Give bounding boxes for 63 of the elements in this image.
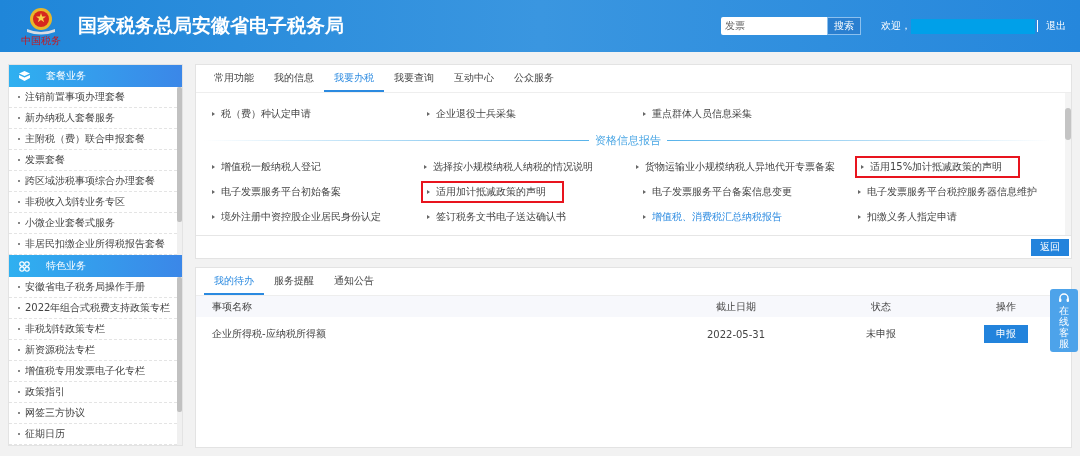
caret-icon: [424, 164, 427, 169]
column-header: 事项名称: [212, 299, 252, 314]
service-link[interactable]: 企业退役士兵采集: [421, 102, 535, 125]
service-link[interactable]: 适用加计抵减政策的声明: [421, 180, 565, 203]
emblem-icon: [24, 6, 58, 35]
tab[interactable]: 服务提醒: [264, 268, 324, 295]
caret-icon: [642, 214, 646, 219]
service-link[interactable]: 境外注册中资控股企业居民身份认定: [206, 205, 399, 228]
service-link[interactable]: 电子发票服务平台初始备案: [206, 180, 359, 203]
cube-icon: [19, 71, 30, 81]
service-link[interactable]: 签订税务文书电子送达确认书: [421, 205, 585, 228]
logout-link[interactable]: 退出: [1046, 19, 1066, 33]
tab[interactable]: 常用功能: [204, 65, 264, 92]
welcome-text: 欢迎，: [881, 19, 911, 33]
service-link[interactable]: 选择按小规模纳税人纳税的情况说明: [418, 155, 611, 178]
table-cell: 2022-05-31: [706, 328, 766, 340]
scrollbar[interactable]: [177, 277, 182, 445]
tab[interactable]: 互动中心: [444, 65, 504, 92]
tab[interactable]: 我要查询: [384, 65, 444, 92]
scrollbar[interactable]: [1065, 93, 1071, 235]
service-link[interactable]: 重点群体人员信息采集: [636, 102, 770, 125]
service-link[interactable]: 税（费）种认定申请: [206, 102, 329, 125]
caret-icon: [212, 189, 215, 194]
caret-icon: [636, 164, 639, 169]
service-link[interactable]: 适用15%加计抵减政策的声明: [855, 155, 1021, 178]
caret-icon: [642, 111, 646, 116]
caret-icon: [861, 164, 864, 169]
search-field[interactable]: 发票: [721, 17, 827, 35]
caret-icon: [212, 214, 215, 219]
back-button[interactable]: 返回: [1031, 238, 1069, 256]
site-title: 国家税务总局安徽省电子税务局: [78, 13, 344, 38]
service-link[interactable]: 扣缴义务人指定申请: [851, 205, 975, 228]
search-button[interactable]: 搜索: [827, 17, 861, 35]
caret-icon: [427, 111, 431, 116]
service-link[interactable]: 电子发票服务平台备案信息变更: [636, 180, 810, 203]
column-header: 状态: [871, 299, 891, 314]
scrollbar[interactable]: [177, 87, 182, 255]
tab[interactable]: 我的信息: [264, 65, 324, 92]
caret-icon: [212, 111, 215, 116]
caret-icon: [642, 189, 646, 194]
table-cell: 企业所得税-应纳税所得额: [212, 327, 326, 341]
caret-icon: [212, 164, 215, 169]
service-link[interactable]: 货物运输业小规模纳税人异地代开专票备案: [630, 155, 853, 178]
column-header: 操作: [996, 299, 1016, 314]
tab[interactable]: 公众服务: [504, 65, 564, 92]
caret-icon: [857, 189, 861, 194]
headset-icon: [1058, 292, 1070, 304]
caret-icon: [427, 214, 431, 219]
group-title: 套餐业务: [46, 69, 86, 83]
logo-caption: 中国税务: [21, 34, 61, 46]
service-link[interactable]: 增值税一般纳税人登记: [206, 155, 339, 178]
column-header: 截止日期: [716, 299, 756, 314]
table-cell: 未申报: [866, 327, 896, 341]
caret-icon: [427, 189, 431, 194]
flower-icon: [19, 260, 30, 272]
tab[interactable]: 通知公告: [324, 268, 384, 295]
tab[interactable]: 我要办税: [324, 65, 384, 92]
group-title: 特色业务: [46, 259, 86, 273]
service-link[interactable]: 电子发票服务平台税控服务器信息维护: [851, 180, 1055, 203]
caret-icon: [857, 214, 861, 219]
declare-button[interactable]: 申报: [984, 325, 1028, 343]
service-link[interactable]: 增值税、消费税汇总纳税报告: [636, 205, 800, 228]
section-title: 资格信息报告: [594, 132, 661, 148]
